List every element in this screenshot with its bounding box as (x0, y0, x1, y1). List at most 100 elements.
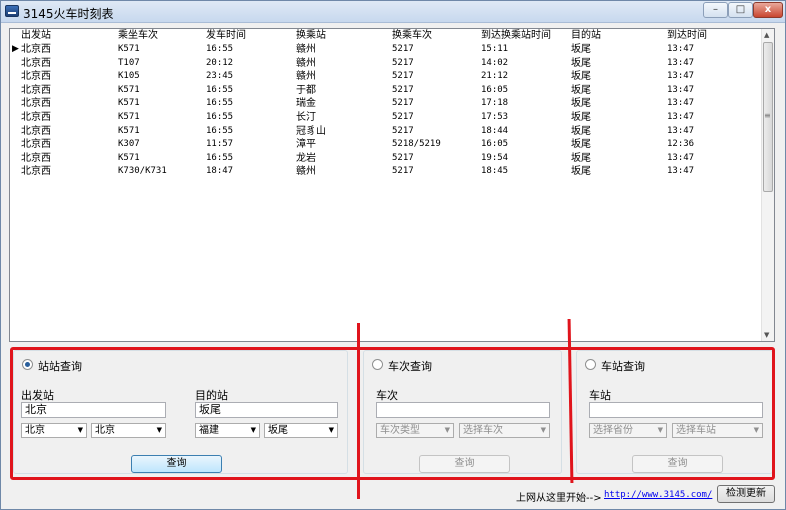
main-window: 3145火车时刻表 – □ x 出发站 乘坐车次 发车时间 换乘站 换乘车次 到… (0, 0, 786, 510)
cell-transfer-arrive: 16:05 (481, 84, 509, 95)
cell-transfer-station: 赣州 (296, 166, 316, 178)
cell-destination: 坂尾 (571, 57, 591, 69)
table-row[interactable]: 北京西 K571 16:55 冠豸山 5217 18:44 坂尾 13:47 (10, 125, 762, 139)
cell-from: 北京西 (21, 44, 51, 55)
cell-depart-time: 16:55 (206, 152, 234, 163)
column-header-transfer-station[interactable]: 换乘站 (296, 29, 392, 42)
cell-depart-time: 16:55 (206, 98, 234, 109)
table-row[interactable]: 北京西 T107 20:12 赣州 5217 14:02 坂尾 13:47 (10, 57, 762, 71)
cell-arrive-time: 12:36 (667, 139, 695, 150)
annotation-divider-left (357, 323, 360, 499)
results-table-body: 出发站 乘坐车次 发车时间 换乘站 换乘车次 到达换乘站时间 目的站 到达时间 … (10, 29, 762, 341)
cell-arrive-time: 13:47 (667, 125, 695, 136)
cell-train: K571 (118, 152, 140, 163)
cell-from: 北京西 (21, 139, 51, 151)
check-update-button[interactable]: 检测更新 (717, 485, 775, 503)
table-row[interactable]: 北京西 K105 23:45 赣州 5217 21:12 坂尾 13:47 (10, 70, 762, 84)
cell-from: 北京西 (21, 57, 51, 69)
cell-arrive-time: 13:47 (667, 44, 695, 54)
cell-transfer-arrive: 16:05 (481, 139, 509, 150)
cell-depart-time: 11:57 (206, 139, 234, 150)
cell-transfer-station: 龙岩 (296, 152, 316, 164)
cell-from: 北京西 (21, 125, 51, 137)
cell-transfer-train: 5217 (392, 84, 414, 95)
cell-transfer-train: 5217 (392, 111, 414, 122)
scroll-grip-icon: ≡ (764, 111, 771, 120)
cell-destination: 坂尾 (571, 111, 591, 123)
cell-arrive-time: 13:47 (667, 166, 695, 177)
cell-transfer-train: 5217 (392, 152, 414, 163)
column-header-arrive-time[interactable]: 到达时间 (667, 29, 762, 42)
cell-from: 北京西 (21, 84, 51, 96)
cell-depart-time: 16:55 (206, 111, 234, 122)
table-row[interactable]: 北京西 K730/K731 18:47 赣州 5217 18:45 坂尾 13:47 (10, 165, 762, 179)
cell-transfer-station: 冠豸山 (296, 125, 326, 137)
cell-destination: 坂尾 (571, 71, 591, 83)
results-table[interactable]: 出发站 乘坐车次 发车时间 换乘站 换乘车次 到达换乘站时间 目的站 到达时间 … (9, 28, 775, 342)
cell-transfer-station: 长汀 (296, 111, 316, 123)
cell-transfer-arrive: 14:02 (481, 57, 509, 68)
cell-transfer-station: 于都 (296, 84, 316, 96)
cell-destination: 坂尾 (571, 166, 591, 178)
column-header-from[interactable]: 出发站 (21, 29, 116, 42)
cell-from: 北京西 (21, 98, 51, 110)
cell-train: K571 (118, 125, 140, 136)
scroll-up-icon[interactable]: ▲ (764, 31, 769, 39)
cell-transfer-arrive: 17:53 (481, 111, 509, 122)
cell-transfer-station: 瑞金 (296, 98, 316, 110)
scroll-down-icon[interactable]: ▼ (764, 331, 769, 339)
cell-arrive-time: 13:47 (667, 152, 695, 163)
table-row[interactable]: 北京西 K571 16:55 龙岩 5217 19:54 坂尾 13:47 (10, 152, 762, 166)
cell-destination: 坂尾 (571, 152, 591, 164)
window-title: 3145火车时刻表 (23, 7, 114, 21)
column-header-transfer-train[interactable]: 换乘车次 (392, 29, 482, 42)
cell-destination: 坂尾 (571, 98, 591, 110)
cell-transfer-train: 5217 (392, 44, 414, 54)
maximize-button[interactable]: □ (728, 2, 753, 18)
table-row[interactable]: 北京西 K571 16:55 长汀 5217 17:53 坂尾 13:47 (10, 111, 762, 125)
cell-arrive-time: 13:47 (667, 111, 695, 122)
title-bar[interactable]: 3145火车时刻表 – □ x (1, 1, 785, 23)
cell-transfer-station: 赣州 (296, 57, 316, 69)
column-header-train[interactable]: 乘坐车次 (118, 29, 204, 42)
cell-transfer-station: 漳平 (296, 139, 316, 151)
cell-transfer-train: 5218/5219 (392, 139, 441, 150)
cell-train: K571 (118, 111, 140, 122)
cell-train: K571 (118, 44, 140, 54)
close-button[interactable]: x (753, 2, 783, 18)
table-header: 出发站 乘坐车次 发车时间 换乘站 换乘车次 到达换乘站时间 目的站 到达时间 (10, 29, 762, 43)
column-header-depart-time[interactable]: 发车时间 (206, 29, 294, 42)
table-row[interactable]: 北京西 K571 16:55 瑞金 5217 17:18 坂尾 13:47 (10, 97, 762, 111)
app-icon (5, 5, 19, 17)
minimize-button[interactable]: – (703, 2, 728, 18)
table-row[interactable]: ▶ 北京西 K571 16:55 赣州 5217 15:11 坂尾 13:47 (10, 43, 762, 57)
cell-destination: 坂尾 (571, 139, 591, 151)
column-header-transfer-arrive[interactable]: 到达换乘站时间 (481, 29, 571, 42)
cell-transfer-arrive: 18:45 (481, 166, 509, 177)
annotation-box (10, 347, 775, 480)
cell-destination: 坂尾 (571, 125, 591, 137)
vertical-scrollbar[interactable]: ▲ ≡ ▼ (761, 29, 774, 341)
cell-train: K730/K731 (118, 166, 167, 177)
cell-depart-time: 20:12 (206, 57, 234, 68)
cell-from: 北京西 (21, 71, 51, 83)
table-row[interactable]: 北京西 K307 11:57 漳平 5218/5219 16:05 坂尾 12:36 (10, 138, 762, 152)
cell-depart-time: 18:47 (206, 166, 234, 177)
cell-transfer-station: 赣州 (296, 71, 316, 83)
cell-depart-time: 16:55 (206, 44, 234, 54)
cell-depart-time: 23:45 (206, 71, 234, 82)
cell-arrive-time: 13:47 (667, 98, 695, 109)
cell-transfer-arrive: 21:12 (481, 71, 509, 82)
column-header-destination[interactable]: 目的站 (571, 29, 667, 42)
cell-arrive-time: 13:47 (667, 84, 695, 95)
cell-transfer-train: 5217 (392, 166, 414, 177)
cell-depart-time: 16:55 (206, 84, 234, 95)
homepage-link[interactable]: http://www.3145.com/ (604, 490, 712, 500)
cell-depart-time: 16:55 (206, 125, 234, 136)
cell-from: 北京西 (21, 166, 51, 178)
cell-train: K571 (118, 84, 140, 95)
table-row[interactable]: 北京西 K571 16:55 于都 5217 16:05 坂尾 13:47 (10, 84, 762, 98)
cell-destination: 坂尾 (571, 84, 591, 96)
cell-transfer-train: 5217 (392, 57, 414, 68)
cell-transfer-arrive: 17:18 (481, 98, 509, 109)
